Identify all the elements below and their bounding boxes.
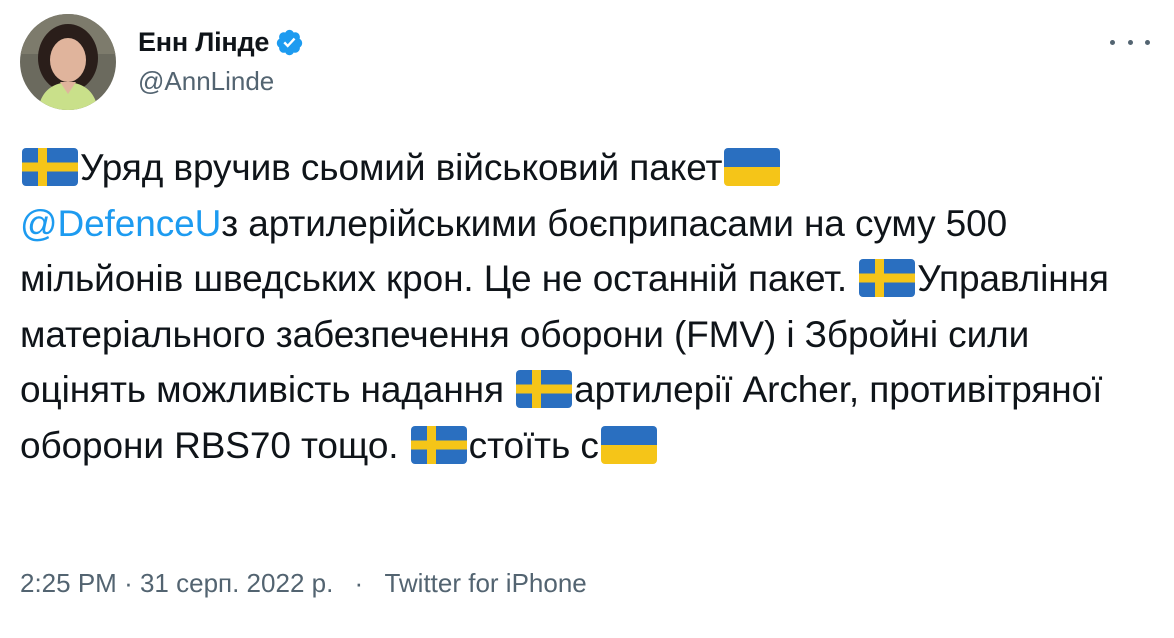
- meta-separator: ·: [354, 568, 364, 598]
- tweet-text-part: Уряд вручив сьомий військовий пакет: [80, 147, 723, 188]
- display-name[interactable]: Енн Лінде: [138, 27, 269, 58]
- author-block: Енн Лінде @AnnLinde: [138, 24, 304, 97]
- avatar[interactable]: [20, 14, 116, 110]
- tweet-card: Енн Лінде @AnnLinde Уряд вручив сьомий в…: [0, 0, 1174, 638]
- more-dot: [1110, 39, 1115, 45]
- tweet-text: Уряд вручив сьомий військовий пакет @Defe…: [20, 140, 1150, 473]
- ukraine-flag-icon: [724, 148, 781, 186]
- sweden-flag-icon: [410, 425, 467, 464]
- tweet-meta: 2:25 PM · 31 серп. 2022 р. · Twitter for…: [20, 568, 587, 599]
- meta-separator: ·: [124, 568, 133, 598]
- ukraine-flag-icon: [600, 425, 657, 464]
- verified-badge-icon: [275, 28, 304, 57]
- tweet-date[interactable]: 31 серп. 2022 р.: [140, 568, 333, 598]
- avatar-image: [20, 14, 116, 110]
- more-dot: [1145, 39, 1150, 45]
- tweet-time[interactable]: 2:25 PM: [20, 568, 117, 598]
- tweet-source[interactable]: Twitter for iPhone: [384, 568, 586, 598]
- sweden-flag-icon: [22, 148, 78, 186]
- mention-link[interactable]: @DefenceU: [20, 203, 221, 244]
- more-horizontal-icon[interactable]: [1110, 30, 1150, 54]
- sweden-flag-icon: [516, 370, 573, 408]
- author-handle[interactable]: @AnnLinde: [138, 66, 304, 97]
- sweden-flag-icon: [859, 259, 916, 297]
- author-name-row: Енн Лінде: [138, 24, 304, 60]
- tweet-text-part: стоїть с: [468, 424, 599, 466]
- more-dot: [1127, 39, 1133, 45]
